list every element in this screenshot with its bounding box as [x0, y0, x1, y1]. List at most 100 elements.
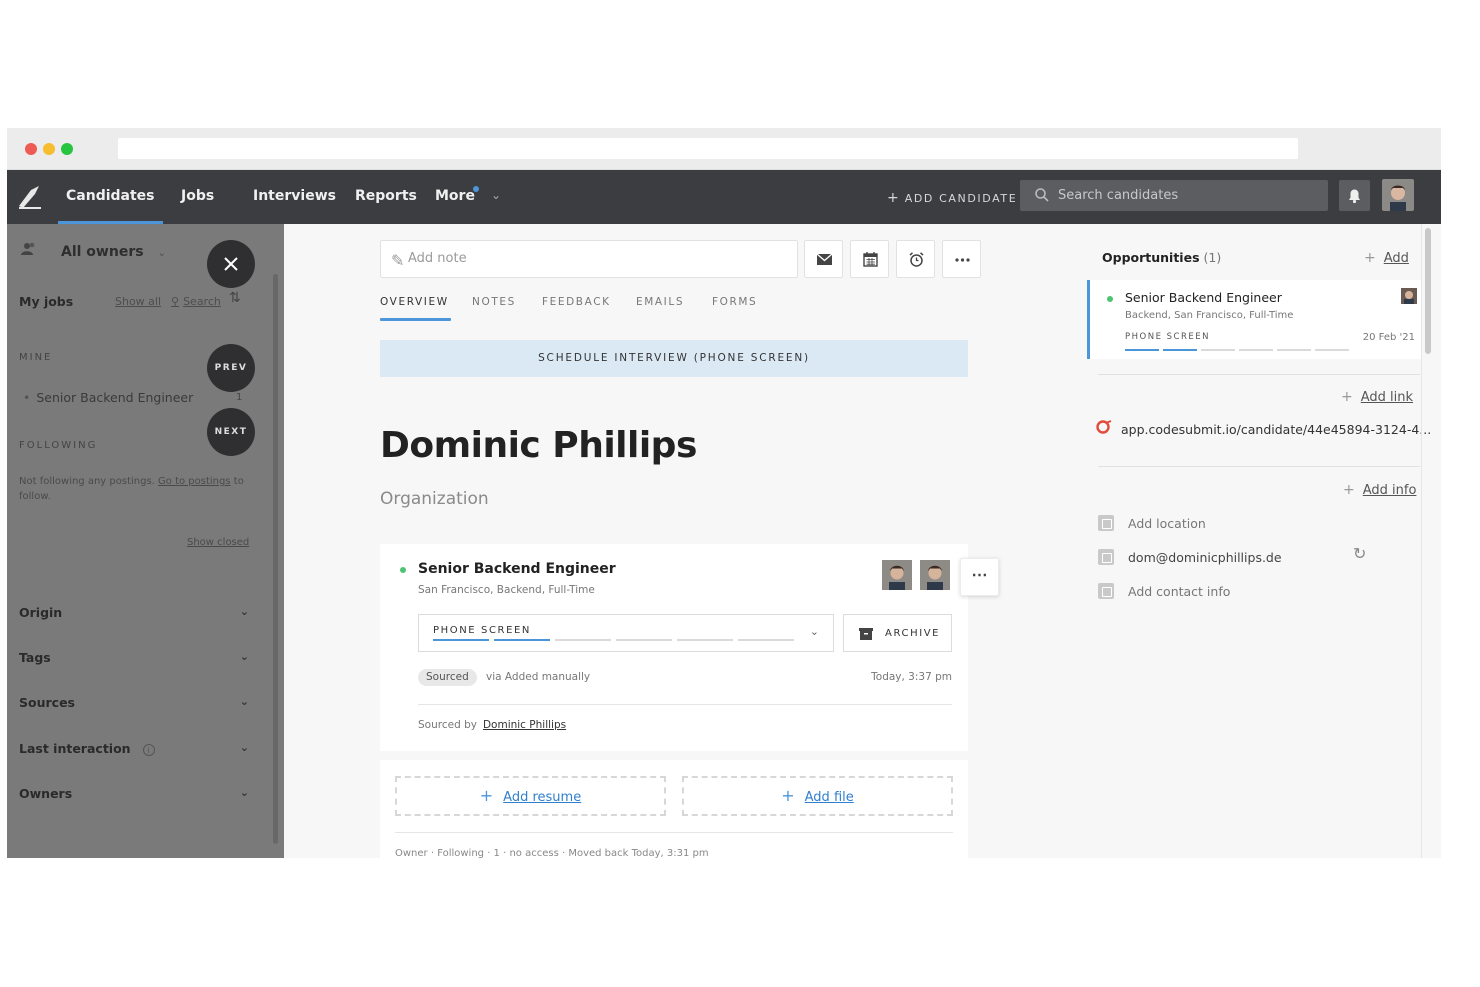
sidebar-scrollbar[interactable]: [273, 274, 278, 844]
avatar[interactable]: [920, 560, 950, 590]
add-candidate-label: ADD CANDIDATE: [904, 192, 1018, 205]
owners-label: All owners: [61, 244, 144, 260]
close-sidebar-button[interactable]: [207, 240, 255, 288]
email-field[interactable]: dom@dominicphillips.de: [1098, 549, 1282, 565]
plus-icon: +: [887, 190, 899, 206]
tab-feedback[interactable]: FEEDBACK: [542, 296, 611, 308]
prev-button[interactable]: PREV: [207, 344, 255, 392]
tab-emails[interactable]: EMAILS: [636, 296, 684, 308]
tab-notes[interactable]: NOTES: [472, 296, 516, 308]
sourced-by-link[interactable]: Dominic Phillips: [483, 719, 566, 731]
schedule-interview-banner[interactable]: SCHEDULE INTERVIEW (PHONE SCREEN): [380, 340, 968, 377]
sort-icon[interactable]: ⇅: [229, 290, 241, 306]
search-box[interactable]: [1020, 180, 1328, 211]
browser-window: Candidates Jobs Interviews Reports More …: [7, 128, 1441, 858]
add-note-field[interactable]: ✎: [380, 240, 798, 278]
bell-icon: [1349, 189, 1360, 204]
filter-label: Origin: [19, 605, 63, 620]
filter-origin[interactable]: Origin ⌄: [19, 605, 249, 620]
add-link-button[interactable]: + Add link: [1341, 389, 1413, 405]
close-window-dot[interactable]: [25, 143, 37, 155]
opportunity-subtitle: San Francisco, Backend, Full-Time: [418, 584, 595, 596]
tab-forms[interactable]: FORMS: [712, 296, 757, 308]
stage-label: PHONE SCREEN: [433, 625, 531, 636]
stage-select[interactable]: PHONE SCREEN ⌄: [418, 614, 834, 652]
add-info-button[interactable]: + Add info: [1343, 482, 1416, 498]
add-resume-dropzone[interactable]: + Add resume: [395, 776, 666, 816]
chevron-down-icon: ⌄: [239, 650, 249, 663]
not-following-text: Not following any postings. Go to postin…: [19, 474, 251, 504]
archive-icon: [859, 628, 873, 640]
email-button[interactable]: [804, 240, 843, 278]
search-input[interactable]: [1058, 186, 1318, 205]
chevron-down-icon: ⌄: [809, 626, 819, 638]
show-closed-link[interactable]: Show closed: [187, 537, 249, 548]
nav-candidates[interactable]: Candidates: [58, 188, 162, 224]
more-actions-button[interactable]: [942, 240, 981, 278]
search-icon: ⚲: [171, 295, 180, 308]
add-opportunity-button[interactable]: + Add: [1364, 250, 1409, 266]
plus-icon: +: [479, 786, 494, 805]
chevron-down-icon: ⌄: [239, 605, 249, 618]
profile-link[interactable]: app.codesubmit.io/candidate/44e45894-312…: [1096, 420, 1431, 437]
nav-jobs[interactable]: Jobs: [181, 188, 214, 204]
info-icon[interactable]: i: [142, 743, 155, 756]
archive-button[interactable]: ARCHIVE: [843, 614, 952, 652]
phone-icon: [1098, 583, 1114, 599]
top-nav: Candidates Jobs Interviews Reports More …: [7, 170, 1441, 224]
meta-row: Owner · Following · 1 · no access · Move…: [395, 848, 709, 858]
reminder-button[interactable]: [896, 240, 935, 278]
avatar: [1401, 288, 1417, 304]
user-avatar[interactable]: [1382, 179, 1414, 211]
opportunity-summary-stage: PHONE SCREEN: [1125, 332, 1210, 342]
filter-owners[interactable]: Owners ⌄: [19, 786, 249, 801]
add-file-link[interactable]: Add file: [805, 790, 854, 805]
add-candidate-button[interactable]: + ADD CANDIDATE: [887, 190, 1017, 206]
schedule-button[interactable]: [850, 240, 889, 278]
stage-segment: [555, 639, 611, 641]
minimize-window-dot[interactable]: [43, 143, 55, 155]
stage-segment: [1163, 349, 1197, 351]
notifications-button[interactable]: [1339, 180, 1370, 211]
owners-filter[interactable]: All owners ⌄: [21, 242, 166, 260]
refresh-icon[interactable]: ↻: [1353, 544, 1366, 564]
nav-more[interactable]: More: [435, 188, 475, 204]
opportunity-more-button[interactable]: ⋯: [960, 558, 999, 596]
filter-tags[interactable]: Tags ⌄: [19, 650, 249, 665]
tab-overview[interactable]: OVERVIEW: [380, 296, 451, 321]
add-contact-info-field[interactable]: Add contact info: [1098, 583, 1230, 599]
note-input[interactable]: [408, 251, 778, 266]
sidebar-search-label: Search: [183, 295, 221, 308]
stage-segment: [1201, 349, 1235, 351]
status-dot: [1107, 296, 1113, 302]
nav-reports[interactable]: Reports: [355, 188, 417, 204]
go-to-postings-link[interactable]: Go to postings: [158, 476, 231, 487]
avatar[interactable]: [882, 560, 912, 590]
sidebar-job-item[interactable]: Senior Backend Engineer: [23, 390, 193, 405]
filter-last-interaction[interactable]: Last interaction i ⌄: [19, 741, 249, 756]
add-resume-link[interactable]: Add resume: [503, 790, 581, 805]
address-bar[interactable]: [118, 138, 1298, 159]
stage-segment: [433, 639, 489, 641]
chevron-down-icon[interactable]: ⌄: [491, 188, 501, 202]
organization-field[interactable]: Organization: [380, 489, 489, 509]
nav-interviews[interactable]: Interviews: [253, 188, 336, 204]
sidebar-search-link[interactable]: ⚲ Search: [171, 295, 221, 308]
column-divider: [1421, 224, 1422, 858]
opportunity-summary-card[interactable]: Senior Backend Engineer Backend, San Fra…: [1087, 280, 1421, 359]
next-button[interactable]: NEXT: [207, 408, 255, 456]
show-all-link[interactable]: Show all: [115, 295, 161, 308]
add-location-field[interactable]: Add location: [1098, 515, 1206, 531]
opportunity-title[interactable]: Senior Backend Engineer: [418, 561, 616, 577]
filter-label: Last interaction: [19, 741, 131, 756]
plus-icon: +: [781, 786, 795, 805]
right-scrollbar[interactable]: [1425, 228, 1431, 354]
filter-sources[interactable]: Sources ⌄: [19, 695, 249, 710]
sourced-by: Sourced by Dominic Phillips: [418, 719, 566, 731]
pencil-icon: ✎: [391, 253, 405, 270]
maximize-window-dot[interactable]: [61, 143, 73, 155]
my-jobs-label: My jobs: [19, 294, 74, 309]
add-file-dropzone[interactable]: + Add file: [682, 776, 953, 816]
opportunity-summary-subtitle: Backend, San Francisco, Full-Time: [1125, 310, 1294, 321]
logo-icon[interactable]: [17, 184, 43, 210]
